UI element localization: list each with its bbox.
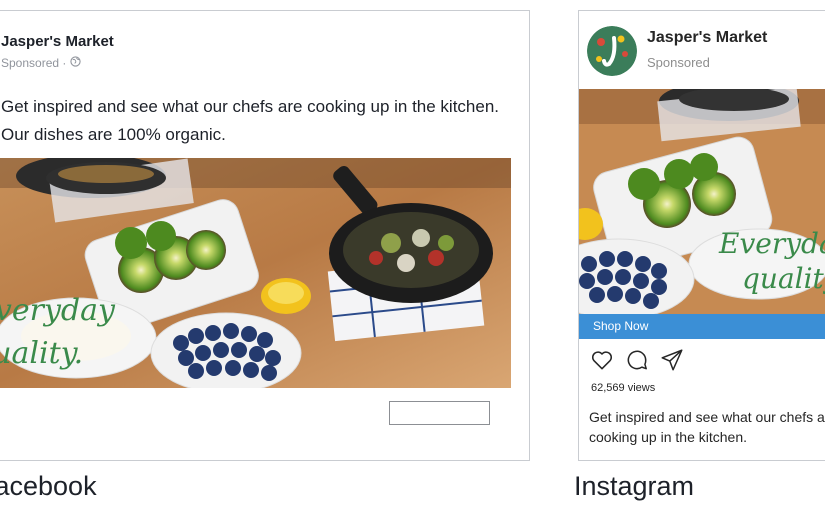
facebook-post-text: Get inspired and see what our chefs are … [1, 97, 500, 144]
instagram-view-count: 62,569 views [591, 382, 656, 394]
instagram-actions [589, 347, 709, 373]
facebook-overlay-line-1: Everyday [0, 293, 116, 328]
facebook-ad-card: Jasper's Market Sponsored · Get inspired… [0, 10, 530, 461]
instagram-ad-image[interactable]: Everyday quality. [579, 89, 825, 314]
instagram-sponsored-label: Sponsored [647, 55, 710, 70]
facebook-post-meta: Sponsored · [1, 56, 82, 70]
globe-icon [70, 56, 82, 70]
instagram-platform-label: Instagram [574, 471, 695, 501]
share-icon[interactable] [659, 347, 685, 373]
instagram-avatar[interactable] [587, 26, 637, 76]
instagram-account-name[interactable]: Jasper's Market [647, 29, 767, 47]
instagram-shop-now-label: Shop Now [593, 319, 649, 333]
instagram-overlay-line-1: Everyday [718, 227, 825, 260]
facebook-overlay-line-2: quality. [0, 336, 83, 371]
instagram-caption: Get inspired and see what our chefs are … [589, 409, 825, 445]
facebook-ad-image[interactable]: Everyday quality. [0, 158, 511, 388]
heart-icon[interactable] [589, 347, 615, 373]
facebook-platform-label: Facebook [0, 471, 97, 501]
facebook-page-name[interactable]: Jasper's Market [1, 33, 114, 50]
instagram-overlay-line-2: quality. [742, 262, 825, 295]
facebook-sponsored-label: Sponsored · [1, 56, 67, 70]
comment-icon[interactable] [624, 347, 650, 373]
instagram-shop-now-button[interactable]: Shop Now [579, 314, 825, 339]
facebook-cta-button[interactable] [389, 401, 490, 425]
instagram-ad-card: Jasper's Market Sponsored Everyd qualit … [578, 10, 825, 461]
